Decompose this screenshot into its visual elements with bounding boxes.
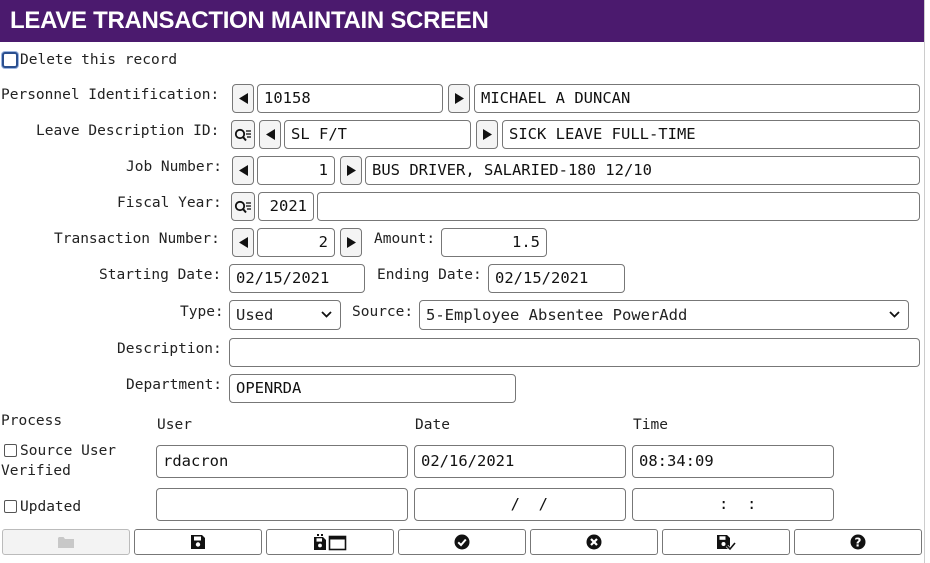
source-verified-time-field[interactable]: 08:34:09 (632, 445, 834, 478)
type-label: Type: (180, 304, 224, 320)
process-time-header: Time (633, 417, 668, 433)
ok-button[interactable] (398, 529, 526, 555)
cancel-button[interactable] (530, 529, 658, 555)
job-number-field[interactable]: 1 (257, 156, 335, 185)
process-user-header: User (157, 417, 192, 433)
help-button[interactable]: ? (794, 529, 922, 555)
leave-desc-id-field[interactable]: SL F/T (284, 120, 471, 149)
job-label: Job Number: (126, 159, 223, 175)
start-date-field[interactable]: 02/15/2021 (229, 264, 365, 293)
department-field[interactable]: OPENRDA (229, 374, 516, 403)
scroll-edge (924, 0, 930, 563)
description-field[interactable] (229, 338, 920, 367)
personnel-label: Personnel Identification: (1, 87, 220, 103)
save-check-icon (717, 534, 736, 551)
start-date-label: Starting Date: (99, 267, 222, 283)
end-date-field[interactable]: 02/15/2021 (488, 264, 625, 293)
source-select-value: 5-Employee Absentee PowerAdd (426, 306, 688, 324)
personnel-prev-button[interactable] (232, 84, 254, 113)
source-select[interactable]: 5-Employee Absentee PowerAdd (419, 300, 909, 330)
delete-record-label: Delete this record (20, 52, 178, 68)
fiscal-year-field[interactable]: 2021 (258, 192, 314, 221)
delete-record-checkbox[interactable] (2, 52, 18, 68)
source-user-verified-checkbox[interactable] (4, 444, 17, 457)
process-date-header: Date (415, 417, 450, 433)
leave-desc-label: Leave Description ID: (36, 123, 220, 139)
fiscal-label: Fiscal Year: (117, 195, 222, 211)
transaction-prev-button[interactable] (232, 228, 254, 257)
fiscal-extra-field[interactable] (317, 192, 920, 221)
transaction-number-field[interactable]: 2 (257, 228, 335, 257)
chevron-down-icon (321, 311, 332, 318)
source-label: Source: (352, 304, 414, 320)
description-label: Description: (117, 341, 222, 357)
leave-desc-name-field[interactable]: SICK LEAVE FULL-TIME (502, 120, 920, 149)
department-label: Department: (126, 377, 223, 393)
amount-label: Amount: (374, 231, 436, 247)
triangle-right-icon (454, 93, 464, 104)
personnel-id-field[interactable]: 10158 (257, 84, 443, 113)
leave-desc-search-button[interactable] (231, 120, 255, 149)
job-next-button[interactable] (340, 156, 362, 185)
updated-date-field[interactable]: / / (414, 488, 626, 521)
triangle-left-icon (238, 93, 248, 104)
window-title: LEAVE TRANSACTION MAINTAIN SCREEN (0, 0, 924, 42)
type-select-value: Used (236, 306, 274, 324)
source-verified-date-field[interactable]: 02/16/2021 (414, 445, 626, 478)
save-new-button[interactable] (266, 529, 394, 555)
chevron-down-icon (889, 311, 900, 318)
fiscal-search-button[interactable] (231, 192, 255, 221)
save-new-icon (314, 533, 347, 550)
search-list-icon (234, 128, 251, 141)
triangle-right-icon (482, 129, 492, 140)
search-list-icon (234, 200, 251, 213)
triangle-right-icon (346, 237, 356, 248)
leave-desc-prev-button[interactable] (259, 120, 281, 149)
triangle-left-icon (265, 129, 275, 140)
triangle-right-icon (346, 165, 356, 176)
updated-time-field[interactable]: : : (632, 488, 834, 521)
check-circle-icon (454, 534, 470, 550)
help-icon: ? (850, 534, 866, 550)
amount-field[interactable]: 1.5 (441, 228, 547, 257)
personnel-next-button[interactable] (448, 84, 470, 113)
save-verify-button[interactable] (662, 529, 790, 555)
updated-checkbox[interactable] (4, 500, 17, 513)
transaction-label: Transaction Number: (54, 231, 220, 247)
updated-label: Updated (20, 499, 82, 515)
job-name-field[interactable]: BUS DRIVER, SALARIED-180 12/10 (365, 156, 920, 185)
close-circle-icon (586, 534, 602, 550)
save-button[interactable] (134, 529, 262, 555)
updated-user-field[interactable] (156, 488, 408, 521)
end-date-label: Ending Date: (377, 267, 482, 283)
transaction-next-button[interactable] (340, 228, 362, 257)
personnel-name-field[interactable]: MICHAEL A DUNCAN (474, 84, 920, 113)
source-user-verified-label-line1: Source User (20, 443, 117, 459)
triangle-left-icon (238, 237, 248, 248)
process-header: Process (1, 413, 63, 429)
save-icon (191, 535, 205, 549)
triangle-left-icon (238, 165, 248, 176)
source-user-verified-label-line2: Verified (1, 463, 71, 479)
svg-text:?: ? (855, 535, 862, 549)
folder-icon (58, 537, 74, 548)
source-verified-user-field[interactable]: rdacron (156, 445, 408, 478)
type-select[interactable]: Used (229, 300, 341, 330)
job-prev-button[interactable] (232, 156, 254, 185)
browse-button[interactable] (2, 529, 130, 555)
leave-desc-next-button[interactable] (476, 120, 498, 149)
